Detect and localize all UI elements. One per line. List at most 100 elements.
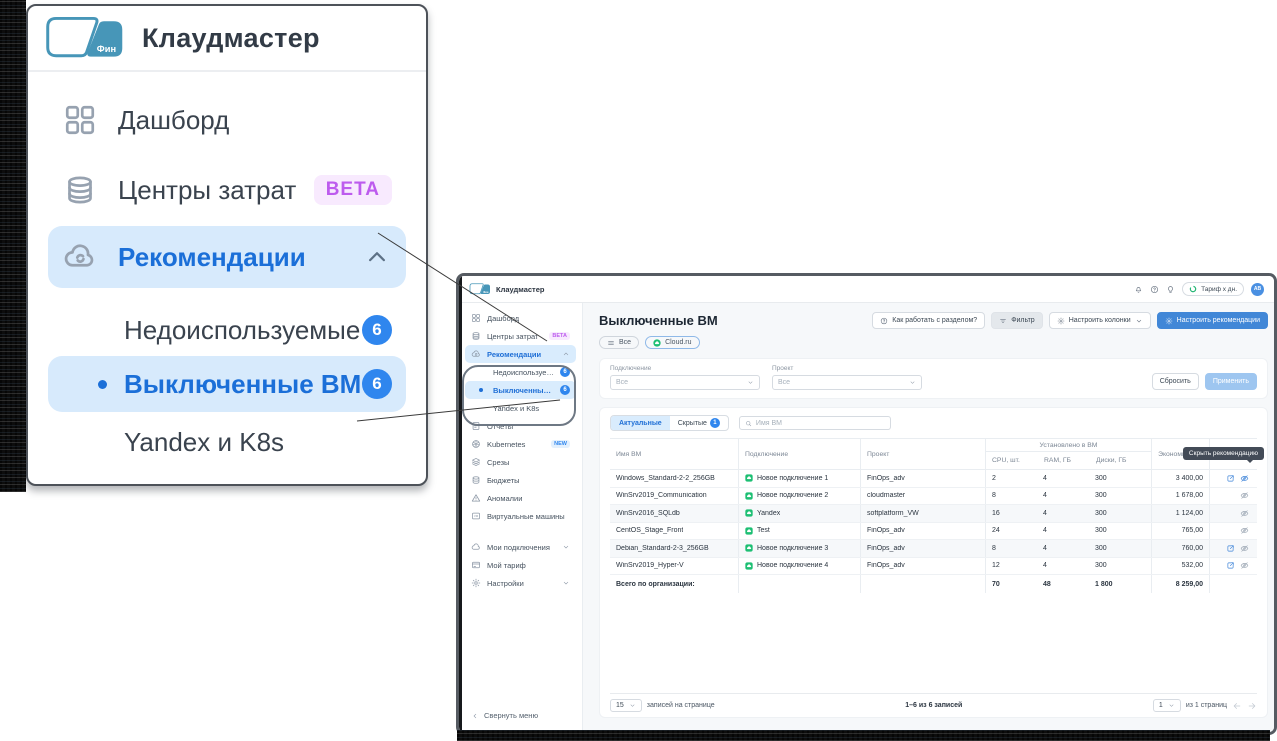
help-icon[interactable] [1150, 285, 1159, 294]
total-disk: 1 800 [1089, 575, 1137, 593]
savings-value-text: 1 678,00 [1176, 492, 1203, 499]
callout-item-рекомендации[interactable]: Рекомендации [48, 226, 406, 288]
configure-columns-button[interactable]: Настроить колонки [1049, 312, 1151, 329]
app-window: Фин Клаудмастер Тариф х дн. АВ ДашбордЦе… [456, 273, 1277, 735]
chevron-up-icon [362, 242, 392, 272]
sidebar-item-label: Центры затрат [487, 332, 543, 341]
how-to-work-button[interactable]: Как работать с разделом? [872, 312, 985, 329]
page-number-select[interactable]: 1 [1153, 699, 1181, 712]
table-row: WinSrv2016_SQLdbYandexsoftplatform_VW164… [610, 505, 1257, 523]
sidebar-item-мой-тариф[interactable]: Мой тариф [465, 556, 576, 574]
disk-value: 300 [1089, 505, 1137, 522]
provider-chip-cloudru[interactable]: Cloud.ru [645, 336, 699, 349]
tariff-pill[interactable]: Тариф х дн. [1182, 282, 1244, 296]
sidebar-item-label: Отчёты [487, 422, 570, 431]
callout-item-yandex-и-k8s[interactable]: Yandex и K8s [48, 420, 406, 464]
chevron-down-icon [1135, 317, 1143, 325]
sidebar-item-срезы[interactable]: Срезы [465, 453, 576, 471]
beta-badge: BETA [314, 175, 392, 205]
bulb-icon[interactable] [1166, 285, 1175, 294]
cpu-value-text: 8 [992, 492, 996, 499]
sidebar-item-yandex-и-k8s[interactable]: Yandex и K8s [465, 399, 576, 417]
avatar[interactable]: АВ [1251, 283, 1264, 296]
sidebar-item-недоиспользуемые[interactable]: Недоиспользуемые...6 [465, 363, 576, 381]
ram-value-text: 4 [1043, 510, 1047, 517]
expand-columns-chevron-icon[interactable] [1139, 456, 1151, 465]
sidebar-item-виртуальные-машины[interactable]: VMВиртуальные машины [465, 507, 576, 525]
sidebar-item-настройки[interactable]: Настройки [465, 574, 576, 592]
vm-search-input[interactable] [756, 420, 885, 427]
callout-item-дашборд[interactable]: Дашборд [48, 98, 406, 142]
col-header-disk: Диски, ГБ [1090, 457, 1138, 464]
bell-icon[interactable] [1134, 285, 1143, 294]
hide-recommendation-icon[interactable] [1240, 544, 1249, 553]
sidebar-item-отчёты[interactable]: Отчёты [465, 417, 576, 435]
tab-hidden[interactable]: Скрытые 1 [670, 416, 728, 430]
filter-icon [999, 317, 1007, 325]
apply-button[interactable]: Применить [1205, 373, 1257, 390]
column-gap [1137, 488, 1151, 505]
callout-item-выключенные-вм[interactable]: Выключенные ВМ6 [48, 356, 406, 412]
hide-recommendation-icon[interactable] [1240, 561, 1249, 570]
hide-recommendation-icon[interactable] [1240, 526, 1249, 535]
next-page-icon[interactable] [1247, 701, 1257, 711]
sidebar-item-label: Мои подключения [487, 543, 556, 552]
external-link-icon[interactable] [1226, 474, 1235, 483]
dashboard-icon [62, 102, 98, 138]
cpu-value: 16 [985, 505, 1037, 522]
callout-item-недоиспользуемые[interactable]: Недоиспользуемые...6 [48, 308, 406, 352]
sidebar-item-выключенные-вм[interactable]: Выключенные ВМ6 [465, 381, 576, 399]
savings-value-text: 3 400,00 [1176, 475, 1203, 482]
sidebar-item-label: Аномалии [487, 494, 570, 503]
configure-recommendations-button[interactable]: Настроить рекомендации [1157, 312, 1268, 329]
vm-icon: VM [471, 511, 481, 521]
group-header-label: Установлено в ВМ [986, 439, 1151, 452]
sidebar-item-бюджеты[interactable]: Бюджеты [465, 471, 576, 489]
reset-button[interactable]: Сбросить [1152, 373, 1199, 390]
vm-name: CentOS_Stage_Front [610, 523, 738, 540]
savings-value-text: 1 124,00 [1176, 510, 1203, 517]
connection-filter-select[interactable]: Все [610, 375, 760, 390]
hide-recommendation-icon[interactable] [1240, 491, 1249, 500]
disk-value: 300 [1089, 470, 1137, 487]
ram-value: 4 [1037, 540, 1089, 557]
filter-label: Фильтр [1011, 317, 1035, 324]
row-actions [1209, 488, 1255, 505]
filter-button[interactable]: Фильтр [991, 312, 1043, 329]
connection-name: Новое подключение 3 [757, 545, 828, 552]
page-size-select[interactable]: 15 [610, 699, 642, 712]
column-gap [1137, 558, 1151, 575]
sidebar-item-рекомендации[interactable]: Рекомендации [465, 345, 576, 363]
row-actions [1209, 523, 1255, 540]
hide-recommendation-icon[interactable] [1240, 474, 1249, 483]
hide-recommendation-icon[interactable] [1240, 509, 1249, 518]
total-savings: 8 259,00 [1151, 575, 1209, 593]
vm-search [739, 416, 891, 430]
callout-item-центры-затрат[interactable]: Центры затратBETA [48, 168, 406, 212]
sidebar-item-центры-затрат[interactable]: Центры затратBETA [465, 327, 576, 345]
count-badge: 6 [362, 315, 392, 345]
cost-centers-icon [471, 331, 481, 341]
menu-item-label: Рекомендации [118, 242, 362, 273]
sidebar-item-label: Мой тариф [487, 561, 570, 570]
sidebar-item-kubernetes[interactable]: KubernetesNEW [465, 435, 576, 453]
sidebar-item-мои-подключения[interactable]: Мои подключения [465, 538, 576, 556]
vm-name: WinSrv2019_Hyper-V [610, 558, 738, 575]
savings-value: 3 400,00 [1151, 470, 1209, 487]
sidebar-item-дашборд[interactable]: Дашборд [465, 309, 576, 327]
scope-chip-all[interactable]: Все [599, 336, 639, 349]
total-project-empty [860, 575, 985, 593]
project-filter-select[interactable]: Все [772, 375, 922, 390]
external-link-icon[interactable] [1226, 561, 1235, 570]
bullet-icon [98, 380, 107, 389]
prev-page-icon[interactable] [1232, 701, 1242, 711]
sidebar-item-label: Недоиспользуемые... [493, 368, 554, 377]
tab-actual[interactable]: Актуальные [611, 416, 670, 430]
connection-cell: Новое подключение 1 [738, 470, 860, 487]
sidebar-item-label: Рекомендации [487, 350, 556, 359]
external-link-icon[interactable] [1226, 544, 1235, 553]
vm-name-text: WinSrv2016_SQLdb [616, 510, 680, 517]
connection-provider-icon [745, 492, 753, 500]
collapse-menu-button[interactable]: Свернуть меню [471, 711, 538, 720]
sidebar-item-аномалии[interactable]: Аномалии [465, 489, 576, 507]
